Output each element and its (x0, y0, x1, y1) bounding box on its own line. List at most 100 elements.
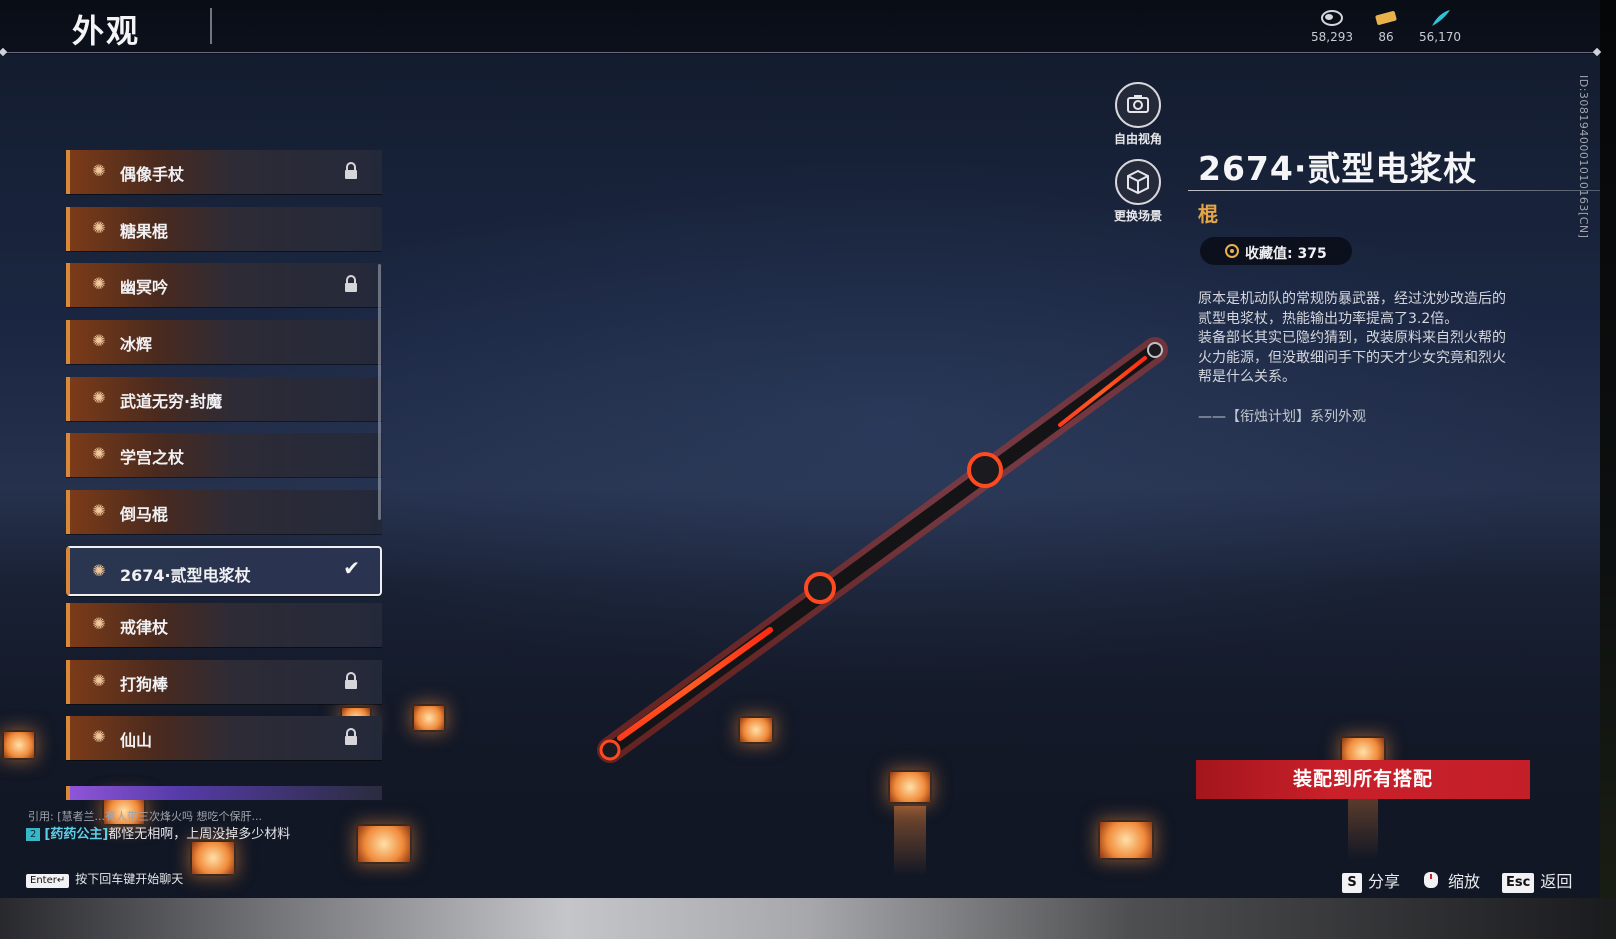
change-scene-button[interactable] (1115, 159, 1161, 205)
lock-icon (345, 275, 357, 292)
chat-message: 2 [药药公主]都怪无相啊，上周没掉多少材料 (26, 826, 326, 844)
lock-icon (345, 672, 357, 689)
sparkle-icon: ✺ (92, 614, 106, 633)
mouse-icon (1424, 872, 1438, 888)
currency-value: 86 (1378, 30, 1394, 44)
chat-quote: 引用: [慧者兰...有人带三次烽火吗 想吃个保肝... (28, 810, 262, 823)
series-label: ——【衔烛计划】系列外观 (1198, 409, 1366, 425)
list-item[interactable]: ✺ 冰辉 (66, 320, 382, 364)
collection-icon (1225, 244, 1239, 258)
hotkey-label: 返回 (1540, 872, 1573, 891)
checkmark-icon: ✔ (343, 556, 360, 580)
chat-text: 都怪无相啊，上周没掉多少材料 (108, 827, 291, 842)
item-description: 原本是机动队的常规防暴武器，经过沈妙改造后的 贰型电浆杖，热能输出功率提高了3.… (1198, 290, 1538, 388)
floating-lantern (190, 840, 236, 876)
list-item-partial[interactable] (66, 786, 382, 800)
chat-sender[interactable]: [药药公主] (44, 827, 108, 842)
feather-icon (1432, 10, 1450, 26)
hotkey-label: 分享 (1368, 872, 1401, 891)
enter-key: Enter↵ (26, 874, 70, 888)
page-title: 外观 (72, 12, 141, 50)
ticket-icon (1375, 11, 1397, 25)
item-label: 戒律杖 (120, 618, 169, 637)
list-item-selected[interactable]: ✺ 2674·贰型电浆杖 ✔ (66, 546, 382, 596)
item-label: 武道无穷·封魔 (120, 392, 223, 411)
free-view-label: 自由视角 (1113, 132, 1162, 146)
description-line: 装备部长其实已隐约猜到，改装原料来自烈火帮的 (1198, 330, 1506, 346)
list-scrollbar[interactable] (378, 264, 381, 520)
item-label: 学宫之杖 (120, 448, 185, 467)
list-item[interactable]: ✺ 武道无穷·封魔 (66, 377, 382, 421)
edge-strip (1600, 0, 1616, 939)
chat-hint-text: 按下回车键开始聊天 (75, 872, 184, 886)
floating-lantern (738, 716, 774, 744)
list-item[interactable]: ✺ 偶像手杖 (66, 150, 382, 194)
floating-lantern (412, 704, 446, 732)
floating-lantern (2, 730, 36, 760)
currency-coin: 58,293 (1302, 8, 1362, 44)
list-item[interactable]: ✺ 仙山 (66, 716, 382, 760)
floating-lantern (888, 770, 932, 804)
chat-input-hint[interactable]: Enter↵ 按下回车键开始聊天 (26, 870, 183, 888)
description-line: 贰型电浆杖，热能输出功率提高了3.2倍。 (1198, 310, 1459, 327)
hotkey-label: 缩放 (1448, 872, 1481, 891)
item-label: 倒马棍 (120, 505, 169, 524)
item-label: 打狗棒 (120, 675, 169, 694)
list-item[interactable]: ✺ 倒马棍 (66, 490, 382, 534)
list-item[interactable]: ✺ 打狗棒 (66, 660, 382, 704)
lock-icon (345, 728, 357, 745)
collection-value: 收藏值: 375 (1245, 246, 1327, 262)
sparkle-icon: ✺ (92, 218, 106, 237)
back-hotkey[interactable]: Esc 返回 (1502, 868, 1572, 893)
item-label: 幽冥吟 (120, 278, 169, 297)
list-item[interactable]: ✺ 戒律杖 (66, 603, 382, 647)
chat-channel-tag: 2 (26, 828, 41, 841)
skin-list[interactable]: ✺ 偶像手杖 ✺ 糖果棍 ✺ 幽冥吟 ✺ 冰辉 ✺ 武道无穷·封魔 ✺ 学宫之杖… (66, 150, 384, 800)
item-name: 2674·贰型电浆杖 (1198, 149, 1478, 188)
currency-ticket: 86 (1356, 8, 1416, 44)
camera-icon (1127, 95, 1149, 113)
sparkle-icon: ✺ (92, 161, 106, 180)
key-esc: Esc (1502, 873, 1535, 893)
scene-cube-icon (1127, 169, 1149, 195)
share-hotkey[interactable]: S 分享 (1342, 868, 1400, 893)
sparkle-icon: ✺ (92, 501, 106, 520)
sparkle-icon: ✺ (92, 444, 106, 463)
floating-lantern (1098, 820, 1154, 860)
currency-value: 58,293 (1311, 30, 1353, 44)
sparkle-icon: ✺ (92, 331, 106, 350)
list-item[interactable]: ✺ 幽冥吟 (66, 263, 382, 307)
lock-icon (345, 162, 357, 179)
zoom-hotkey[interactable]: 缩放 (1420, 868, 1480, 892)
weapon-render (597, 337, 1168, 763)
title-divider (210, 8, 212, 44)
floating-lantern (356, 824, 412, 864)
description-line: 帮是什么关系。 (1198, 369, 1296, 385)
description-line: 原本是机动队的常规防暴武器，经过沈妙改造后的 (1198, 291, 1506, 307)
bottom-strip (0, 898, 1616, 939)
item-label: 冰辉 (120, 335, 153, 354)
coin-icon (1321, 10, 1343, 26)
sparkle-icon: ✺ (92, 388, 106, 407)
item-label: 2674·贰型电浆杖 (120, 566, 251, 585)
item-label: 偶像手杖 (120, 165, 185, 184)
currency-feather: 56,170 (1410, 8, 1470, 44)
description-line: 火力能源，但没敢细问手下的天才少女究竟和烈火 (1198, 349, 1506, 366)
item-label: 仙山 (120, 731, 153, 750)
sparkle-icon: ✺ (92, 274, 106, 293)
sparkle-icon: ✺ (92, 727, 106, 746)
list-item[interactable]: ✺ 学宫之杖 (66, 433, 382, 477)
list-item[interactable]: ✺ 糖果棍 (66, 207, 382, 251)
collection-value-badge: 收藏值: 375 (1200, 237, 1352, 265)
change-scene-label: 更换场景 (1113, 209, 1162, 223)
free-view-button[interactable] (1115, 82, 1161, 128)
item-label: 糖果棍 (120, 222, 169, 241)
player-id: ID:3081940001010163[CN] (1577, 75, 1590, 239)
key-s: S (1342, 873, 1362, 893)
item-type: 棍 (1198, 202, 1218, 226)
sparkle-icon: ✺ (92, 561, 106, 580)
lantern-reflection (894, 806, 926, 876)
equip-all-button[interactable]: 装配到所有搭配 (1196, 760, 1530, 799)
currency-value: 56,170 (1419, 30, 1461, 44)
top-divider (0, 52, 1600, 53)
